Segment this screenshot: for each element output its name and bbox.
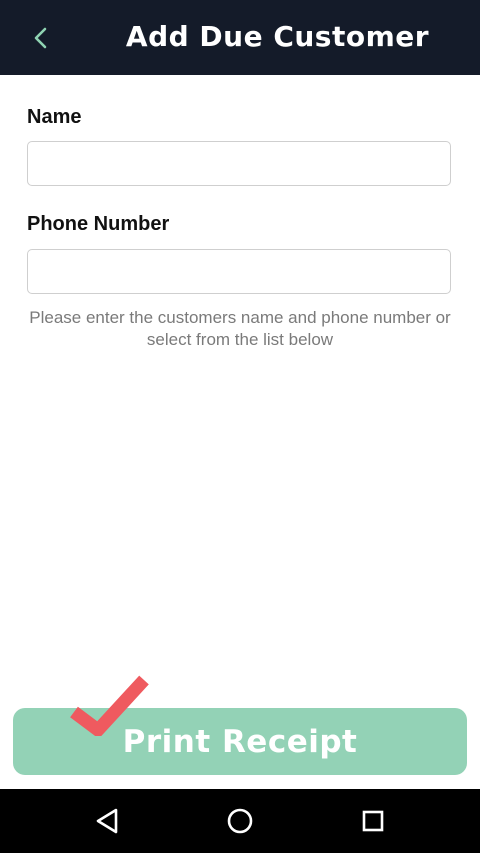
name-input[interactable] <box>27 141 451 186</box>
helper-text: Please enter the customers name and phon… <box>0 307 480 351</box>
page-title: Add Due Customer <box>125 20 430 53</box>
square-recents-icon <box>362 810 384 832</box>
helper-text-line-1: Please enter the customers name and phon… <box>29 308 451 327</box>
circle-home-icon <box>227 808 253 834</box>
phone-number-input[interactable] <box>27 249 451 294</box>
app-bar: Add Due Customer <box>0 0 480 75</box>
name-label: Name <box>27 106 82 128</box>
phone-number-label: Phone Number <box>27 213 170 235</box>
system-navigation-bar <box>0 789 480 853</box>
system-recents-button[interactable] <box>355 803 391 839</box>
helper-text-line-2: select from the list below <box>146 330 334 349</box>
chevron-left-icon <box>34 27 47 49</box>
system-back-button[interactable] <box>89 803 125 839</box>
checkmark-icon <box>70 675 149 736</box>
triangle-back-icon <box>96 808 118 834</box>
system-home-button[interactable] <box>222 803 258 839</box>
print-receipt-label: Print Receipt <box>122 723 358 760</box>
back-button[interactable] <box>22 18 62 58</box>
